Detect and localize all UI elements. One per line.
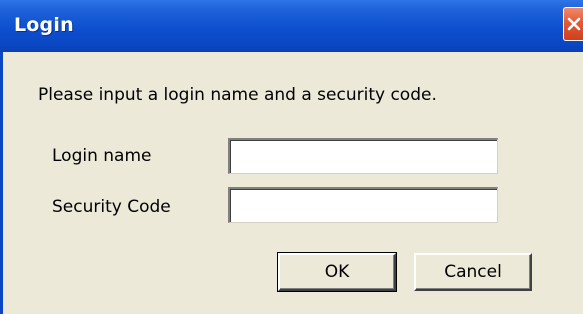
login-dialog: Login Please input a login name and a se…: [0, 0, 583, 314]
close-button[interactable]: [563, 7, 583, 41]
security-code-input[interactable]: [228, 187, 498, 223]
cancel-button[interactable]: Cancel: [414, 253, 532, 291]
window-title: Login: [14, 14, 74, 36]
security-code-label: Security Code: [52, 197, 171, 217]
window-left-border: [0, 52, 3, 314]
title-bar[interactable]: Login: [0, 0, 583, 52]
ok-button[interactable]: OK: [277, 252, 397, 292]
instruction-text: Please input a login name and a security…: [38, 85, 437, 105]
login-name-label: Login name: [52, 146, 152, 166]
login-name-input[interactable]: [228, 138, 498, 174]
close-icon: [567, 17, 581, 31]
